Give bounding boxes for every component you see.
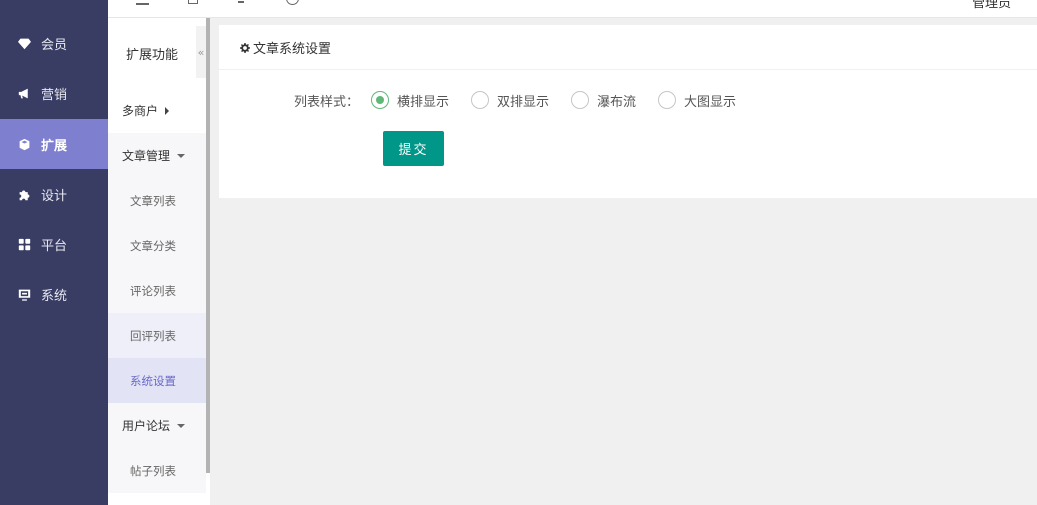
- top-toolbar: 管理员: [108, 0, 1037, 18]
- caret-down-icon: [177, 153, 186, 158]
- radio-circle[interactable]: [658, 91, 677, 109]
- gem-icon: [17, 36, 31, 50]
- nav-item-label: 营销: [41, 87, 68, 103]
- sub-item-article-management[interactable]: 文章管理: [108, 133, 206, 178]
- nav-item-label: 会员: [41, 37, 68, 53]
- user-menu[interactable]: 管理员: [972, 0, 1011, 11]
- refresh-icon[interactable]: [238, 0, 244, 3]
- nav-item-label: 扩展: [41, 138, 68, 154]
- sub-sidebar-title: 扩展功能: [126, 47, 179, 63]
- nav-item-label: 平台: [41, 238, 68, 254]
- grid-icon: [17, 237, 31, 251]
- radio-large-image[interactable]: 大图显示: [658, 91, 736, 110]
- sub-item-multi-merchant[interactable]: 多商户: [108, 88, 206, 133]
- sub-item-post-list[interactable]: 帖子列表: [108, 448, 206, 493]
- sub-item-comment-list[interactable]: 评论列表: [108, 268, 206, 313]
- sub-item-label: 系统设置: [130, 373, 176, 388]
- radio-label: 双排显示: [497, 94, 550, 110]
- sub-item-label: 用户论坛: [122, 419, 171, 433]
- sub-item-label: 多商户: [122, 104, 159, 118]
- caret-down-icon: [177, 423, 186, 428]
- radio-circle[interactable]: [371, 91, 389, 109]
- radio-circle[interactable]: [471, 91, 490, 109]
- monitor-icon: [17, 287, 31, 301]
- sub-item-label: 评论列表: [130, 283, 176, 298]
- cube-icon: [17, 137, 31, 151]
- sub-item-user-forum[interactable]: 用户论坛: [108, 403, 206, 448]
- radio-circle[interactable]: [571, 91, 590, 109]
- fullscreen-icon[interactable]: [188, 0, 198, 4]
- sub-item-label: 文章管理: [122, 149, 171, 163]
- list-style-row: 列表样式： 横排显示 双排显示 瀑布流 大图显示: [219, 88, 758, 112]
- radio-waterfall[interactable]: 瀑布流: [571, 91, 636, 110]
- sub-item-article-list[interactable]: 文章列表: [108, 178, 206, 223]
- sub-item-label: 回评列表: [130, 328, 176, 343]
- help-icon[interactable]: [286, 0, 299, 5]
- nav-item-label: 系统: [41, 288, 68, 304]
- radio-double-row[interactable]: 双排显示: [471, 91, 549, 110]
- nav-item-design[interactable]: 设计: [0, 169, 108, 219]
- settings-card: 文章系统设置 列表样式： 横排显示 双排显示 瀑布流 大图显示 提交: [219, 25, 1037, 198]
- nav-item-marketing[interactable]: 营销: [0, 68, 108, 118]
- nav-item-label: 设计: [41, 188, 68, 204]
- nav-item-extension[interactable]: 扩展: [0, 119, 108, 169]
- nav-item-member[interactable]: 会员: [0, 18, 108, 68]
- card-header: 文章系统设置: [219, 25, 1037, 70]
- nav-item-platform[interactable]: 平台: [0, 219, 108, 269]
- sub-item-reply-list[interactable]: 回评列表: [108, 313, 206, 358]
- gear-icon: [240, 42, 250, 53]
- radio-label: 瀑布流: [597, 94, 637, 110]
- sub-item-label: 文章分类: [130, 238, 176, 253]
- list-style-label: 列表样式：: [293, 94, 359, 110]
- nav-item-system[interactable]: 系统: [0, 269, 108, 319]
- sub-sidebar: 扩展功能 « 多商户 文章管理 文章列表 文章分类 评论列表 回评列表 系统设置…: [108, 18, 210, 505]
- sub-item-system-settings[interactable]: 系统设置: [108, 358, 206, 403]
- card-title: 文章系统设置: [253, 41, 332, 57]
- caret-right-icon: [165, 106, 170, 115]
- puzzle-icon: [17, 187, 31, 201]
- menu-toggle-icon[interactable]: [136, 0, 149, 5]
- collapse-sidebar-button[interactable]: «: [196, 26, 206, 78]
- sub-item-label: 帖子列表: [130, 463, 176, 478]
- submit-button[interactable]: 提交: [383, 131, 444, 166]
- radio-label: 大图显示: [684, 94, 737, 110]
- sub-sidebar-scrollbar[interactable]: [206, 18, 210, 473]
- sub-item-label: 文章列表: [130, 193, 176, 208]
- sub-item-article-category[interactable]: 文章分类: [108, 223, 206, 268]
- radio-label: 横排显示: [397, 94, 450, 110]
- radio-horizontal[interactable]: 横排显示: [371, 91, 449, 110]
- main-sidebar: 会员 营销 扩展 设计 平台 系统: [0, 0, 108, 505]
- double-chevron-left-icon: «: [197, 45, 205, 59]
- megaphone-icon: [17, 86, 31, 100]
